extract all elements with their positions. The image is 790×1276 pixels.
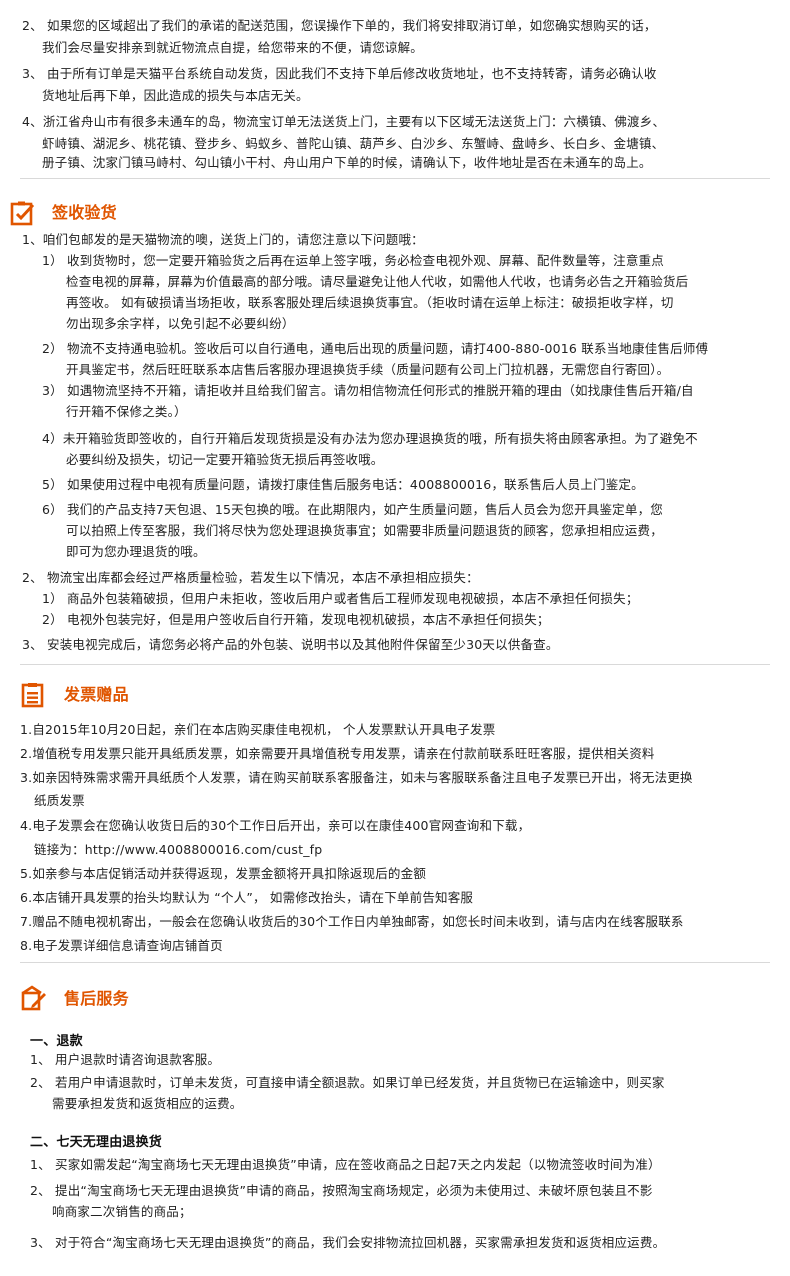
refund-subtitle: 一、退款 bbox=[30, 1034, 83, 1049]
invoice-line: 7.赠品不随电视机寄出，一般会在您确认收货后的30个工作日内单独邮寄，如您长时间… bbox=[20, 914, 684, 929]
invoice-line: 3.如亲因特殊需求需开具纸质个人发票，请在购买前联系客服备注，如未与客服联系备注… bbox=[20, 770, 693, 785]
section-title-receipt: 签收验货 bbox=[52, 203, 117, 222]
invoice-link-line: 链接为：http://www.4008800016.com/cust_fp bbox=[34, 842, 323, 857]
receipt-line: 开具鉴定书，然后旺旺联系本店售后客服办理退换货手续（质量问题有公司上门拉机器，无… bbox=[66, 362, 670, 377]
refund-line: 1、 用户退款时请咨询退款客服。 bbox=[30, 1052, 221, 1067]
note-line: 4、浙江省舟山市有很多未通车的岛，物流宝订单无法送货上门，主要有以下区域无法送货… bbox=[22, 114, 666, 129]
return-line: 响商家二次销售的商品； bbox=[52, 1204, 192, 1219]
receipt-line: 2、 物流宝出库都会经过严格质量检验，若发生以下情况，本店不承担相应损失： bbox=[22, 570, 479, 585]
document-list-icon bbox=[21, 683, 44, 708]
refund-line: 2、 若用户申请退款时，订单未发货，可直接申请全额退款。如果订单已经发货，并且货… bbox=[30, 1075, 665, 1090]
receipt-line: 3） 如遇物流坚持不开箱，请拒收并且给我们留言。请勿相信物流任何形式的推脱开箱的… bbox=[42, 383, 694, 398]
receipt-line: 6） 我们的产品支持7天包退、15天包换的哦。在此期限内，如产生质量问题，售后人… bbox=[42, 502, 663, 517]
receipt-line: 1） 收到货物时，您一定要开箱验货之后再在运单上签字哦，务必检查电视外观、屏幕、… bbox=[42, 253, 664, 268]
note-line: 3、 由于所有订单是天猫平台系统自动发货，因此我们不支持下单后修改收货地址，也不… bbox=[22, 66, 657, 81]
receipt-line: 1、咱们包邮发的是天猫物流的噢，送货上门的，请您注意以下问题哦： bbox=[22, 232, 424, 247]
invoice-line: 纸质发票 bbox=[34, 793, 85, 808]
receipt-line: 可以拍照上传至客服，我们将尽快为您处理退换货事宜；如需要非质量问题退货的顾客，您… bbox=[66, 523, 663, 538]
page: 2、 如果您的区域超出了我们的承诺的配送范围，您误操作下单的，我们将安排取消订单… bbox=[0, 0, 790, 1276]
invoice-line: 2.增值税专用发票只能开具纸质发票，如亲需要开具增值税专用发票，请亲在付款前联系… bbox=[20, 746, 655, 761]
divider bbox=[20, 962, 770, 963]
note-line: 我们会尽量安排亲到就近物流点自提，给您带来的不便，请您谅解。 bbox=[42, 40, 424, 55]
edit-note-icon bbox=[21, 985, 46, 1011]
receipt-line: 1） 商品外包装箱破损，但用户未拒收，签收后用户或者售后工程师发现电视破损，本店… bbox=[42, 591, 639, 606]
section-title-invoice: 发票赠品 bbox=[64, 685, 129, 704]
return-subtitle: 二、七天无理由退换货 bbox=[30, 1135, 163, 1150]
receipt-line: 即可为您办理退货的哦。 bbox=[66, 544, 206, 559]
receipt-line: 再签收。 如有破损请当场拒收，联系客服处理后续退换货事宜。（拒收时请在运单上标注… bbox=[66, 295, 674, 310]
invoice-line: 5.如亲参与本店促销活动并获得返现，发票金额将开具扣除返现后的金额 bbox=[20, 866, 427, 881]
return-line: 3、 对于符合“淘宝商场七天无理由退换货”的商品，我们会安排物流拉回机器，买家需… bbox=[30, 1235, 666, 1250]
divider bbox=[20, 178, 770, 179]
receipt-line: 4）未开箱验货即签收的，自行开箱后发现货损是没有办法为您办理退换货的哦，所有损失… bbox=[42, 431, 698, 446]
receipt-line: 行开箱不保修之类。） bbox=[66, 404, 187, 419]
section-title-aftersale: 售后服务 bbox=[64, 989, 129, 1008]
note-line: 2、 如果您的区域超出了我们的承诺的配送范围，您误操作下单的，我们将安排取消订单… bbox=[22, 18, 657, 33]
return-line: 1、 买家如需发起“淘宝商场七天无理由退换货”申请，应在签收商品之日起7天之内发… bbox=[30, 1157, 661, 1172]
receipt-line: 必要纠纷及损失，切记一定要开箱验货无损后再签收哦。 bbox=[66, 452, 384, 467]
receipt-line: 2） 物流不支持通电验机。签收后可以自行通电，通电后出现的质量问题，请打400-… bbox=[42, 341, 709, 356]
receipt-line: 勿出现多余字样，以免引起不必要纠纷） bbox=[66, 316, 295, 331]
invoice-line: 6.本店铺开具发票的抬头均默认为 “个人”， 如需修改抬头，请在下单前告知客服 bbox=[20, 890, 474, 905]
refund-line: 需要承担发货和返货相应的运费。 bbox=[52, 1096, 243, 1111]
invoice-line: 8.电子发票详细信息请查询店铺首页 bbox=[20, 938, 223, 953]
clipboard-check-icon bbox=[10, 201, 35, 226]
receipt-line: 2） 电视外包装完好，但是用户签收后自行开箱，发现电视机破损，本店不承担任何损失… bbox=[42, 612, 550, 627]
invoice-line: 1.自2015年10月20日起，亲们在本店购买康佳电视机， 个人发票默认开具电子… bbox=[20, 722, 496, 737]
return-line: 2、 提出“淘宝商场七天无理由退换货”申请的商品，按照淘宝商场规定，必须为未使用… bbox=[30, 1183, 653, 1198]
invoice-line: 4.电子发票会在您确认收货日后的30个工作日后开出，亲可以在康佳400官网查询和… bbox=[20, 818, 531, 833]
receipt-line: 5） 如果使用过程中电视有质量问题，请拨打康佳售后服务电话：4008800016… bbox=[42, 477, 644, 492]
note-line: 货地址后再下单，因此造成的损失与本店无关。 bbox=[42, 88, 309, 103]
note-line: 虾峙镇、湖泥乡、桃花镇、登步乡、蚂蚁乡、普陀山镇、葫芦乡、白沙乡、东蟹峙、盘峙乡… bbox=[42, 136, 665, 151]
note-line: 册子镇、沈家门镇马峙村、勾山镇小干村、舟山用户下单的时候，请确认下，收件地址是否… bbox=[42, 155, 652, 170]
receipt-line: 检查电视的屏幕，屏幕为价值最高的部分哦。请尽量避免让他人代收，如需他人代收，也请… bbox=[66, 274, 689, 289]
receipt-line: 3、 安装电视完成后，请您务必将产品的外包装、说明书以及其他附件保留至少30天以… bbox=[22, 637, 559, 652]
divider bbox=[20, 664, 770, 665]
